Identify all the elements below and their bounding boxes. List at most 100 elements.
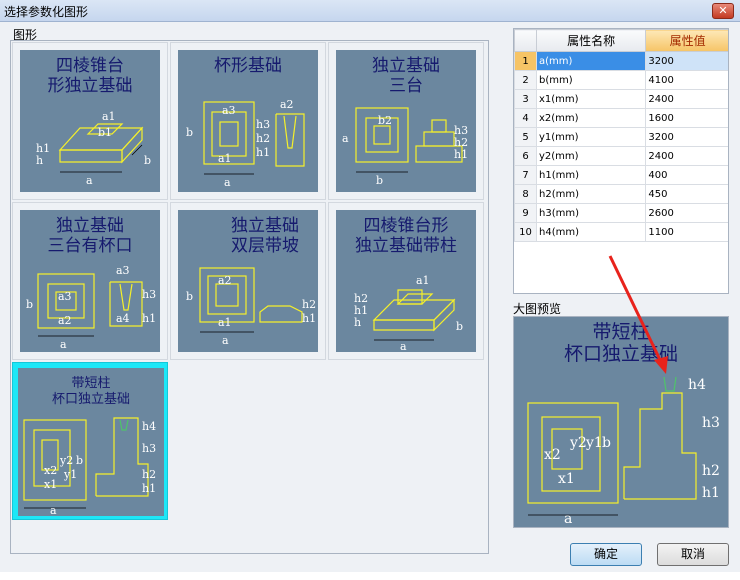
dim-label-b: b: [26, 298, 33, 311]
dim-label-a1: a1: [416, 274, 430, 287]
property-value[interactable]: 1100: [645, 222, 728, 242]
dim-label-h2: h2: [256, 132, 270, 145]
property-name: b(mm): [535, 70, 647, 90]
dim-label-h3: h3: [142, 288, 156, 301]
property-row-h4[interactable]: 10 h4(mm) 1100: [514, 222, 728, 242]
dim-label-y2: y2: [569, 435, 587, 451]
dim-label-a3: a3: [222, 104, 236, 117]
property-row-h2[interactable]: 8 h2(mm) 450: [514, 184, 728, 204]
shape-tile-three-step[interactable]: 独立基础 三台 b a b2 h3 h2 h1: [328, 42, 484, 200]
property-name: h3(mm): [535, 203, 647, 223]
property-name: x2(mm): [535, 108, 647, 128]
dim-label-a4: a4: [116, 312, 130, 325]
property-row-x2[interactable]: 4 x2(mm) 1600: [514, 108, 728, 128]
dim-label-a2: a2: [280, 98, 294, 111]
property-name: h4(mm): [535, 222, 647, 242]
tile-artwork: 带短柱 杯口独立基础 a b x2 x1 y2 y1 h4 h3 h2 h1: [18, 368, 164, 516]
window-title: 选择参数化图形: [4, 5, 89, 19]
two-layer-slope-diagram: a b a2 a1 h2 h1: [186, 267, 316, 347]
shape-tile-pyramid-frustum[interactable]: 四棱锥台 形独立基础 a b a1 b1 h1 h: [12, 42, 168, 200]
preview-label: 大图预览: [513, 302, 562, 316]
title-bar: 选择参数化图形 ✕: [0, 0, 740, 22]
shape-tile-cup-foundation[interactable]: 杯形基础 a b a3 a1 a2 h3 h2 h1: [170, 42, 326, 200]
dim-label-x2: x2: [44, 464, 57, 477]
tile-artwork: 独立基础 双层带坡 a b a2 a1 h2 h1: [178, 210, 318, 352]
dim-label-a1: a1: [102, 110, 116, 123]
dim-label-h3: h3: [142, 442, 156, 455]
dim-label-b: b: [186, 126, 193, 139]
dim-label-y2: y2: [59, 454, 73, 467]
dim-label-a: a: [86, 174, 93, 187]
property-row-b[interactable]: 2 b(mm) 4100: [514, 70, 728, 90]
pyramid-frustum-diagram: a b a1 b1 h1 h: [36, 110, 151, 187]
row-number: 1: [514, 51, 537, 71]
dim-label-h3: h3: [702, 415, 720, 431]
dim-label-x2: x2: [544, 447, 561, 463]
dim-label-h: h: [36, 154, 43, 167]
dim-label-h4: h4: [142, 420, 156, 433]
row-number: 2: [514, 70, 537, 90]
dim-label-a: a: [60, 338, 67, 351]
dim-label-h1: h1: [256, 146, 270, 159]
property-row-h1[interactable]: 7 h1(mm) 400: [514, 165, 728, 185]
property-name: x1(mm): [535, 89, 647, 109]
dim-label-x1: x1: [558, 471, 575, 487]
tile-artwork: 独立基础 三台有杯口 a b a3 a2 a3 a4 h3 h1: [20, 210, 160, 352]
property-name: a(mm): [535, 51, 647, 71]
dim-label-h1: h1: [142, 312, 156, 325]
dim-label-a2: a2: [218, 274, 232, 287]
property-name-header[interactable]: 属性名称: [535, 29, 647, 52]
property-name: h2(mm): [535, 184, 647, 204]
shape-tile-three-step-cup[interactable]: 独立基础 三台有杯口 a b a3 a2 a3 a4 h3 h1: [12, 202, 168, 360]
shape-tile-two-layer-slope[interactable]: 独立基础 双层带坡 a b a2 a1 h2 h1: [170, 202, 326, 360]
property-value[interactable]: 2400: [645, 146, 728, 166]
tile-artwork: 独立基础 三台 b a b2 h3 h2 h1: [336, 50, 476, 192]
row-number: 9: [514, 203, 537, 223]
property-value[interactable]: 4100: [645, 70, 728, 90]
dim-label-h1: h1: [302, 312, 316, 325]
dim-label-b: b: [186, 290, 193, 303]
row-number: 6: [514, 146, 537, 166]
dim-label-a1: a1: [218, 316, 232, 329]
annotation-arrow-icon: [608, 255, 668, 374]
dim-label-h1: h1: [454, 148, 468, 161]
tile-artwork: 四棱锥台形 独立基础带柱 a b a1 h2 h1 h: [336, 210, 476, 352]
property-value[interactable]: 2600: [645, 203, 728, 223]
cancel-button[interactable]: 取消: [657, 543, 729, 566]
property-table: 属性名称 属性值 1 a(mm) 3200 2 b(mm) 4100 3 x1(mm) 24…: [514, 29, 728, 242]
dim-label-h1: h1: [702, 485, 720, 501]
dim-label-h: h: [354, 316, 361, 329]
dim-label-a2: a2: [58, 314, 72, 327]
dim-label-b: b: [602, 435, 611, 451]
dim-label-b: b: [76, 454, 83, 467]
property-value[interactable]: 400: [645, 165, 728, 185]
property-row-h3[interactable]: 9 h3(mm) 2600: [514, 203, 728, 223]
property-value-header[interactable]: 属性值: [645, 29, 728, 52]
bottom-strip: [0, 572, 740, 580]
three-step-diagram: b a b2 h3 h2 h1: [342, 107, 468, 187]
shape-tile-pyramid-with-column[interactable]: 四棱锥台形 独立基础带柱 a b a1 h2 h1 h: [328, 202, 484, 360]
property-value[interactable]: 2400: [645, 89, 728, 109]
property-value[interactable]: 3200: [645, 127, 728, 147]
dim-label-b: b: [456, 320, 463, 333]
property-value[interactable]: 1600: [645, 108, 728, 128]
property-value[interactable]: 450: [645, 184, 728, 204]
dim-label-a: a: [400, 340, 407, 352]
ok-button[interactable]: 确定: [570, 543, 642, 566]
close-button[interactable]: ✕: [712, 3, 734, 19]
property-row-x1[interactable]: 3 x1(mm) 2400: [514, 89, 728, 109]
row-number: 5: [514, 127, 537, 147]
dim-label-b: b: [144, 154, 151, 167]
dim-label-a: a: [342, 132, 349, 145]
shape-tile-short-column-cup[interactable]: 带短柱 杯口独立基础 a b x2 x1 y2 y1 h4 h3 h2 h1: [12, 362, 168, 520]
property-name: y2(mm): [535, 146, 647, 166]
cup-foundation-diagram: a b a3 a1 a2 h3 h2 h1: [186, 98, 305, 189]
dim-label-a3: a3: [58, 290, 72, 303]
dim-label-h2: h2: [302, 298, 316, 311]
dim-label-a: a: [222, 334, 229, 347]
property-row-a[interactable]: 1 a(mm) 3200: [514, 51, 728, 71]
property-row-y2[interactable]: 6 y2(mm) 2400: [514, 146, 728, 166]
dim-label-a1: a1: [218, 152, 232, 165]
property-value[interactable]: 3200: [645, 51, 728, 71]
property-row-y1[interactable]: 5 y1(mm) 3200: [514, 127, 728, 147]
